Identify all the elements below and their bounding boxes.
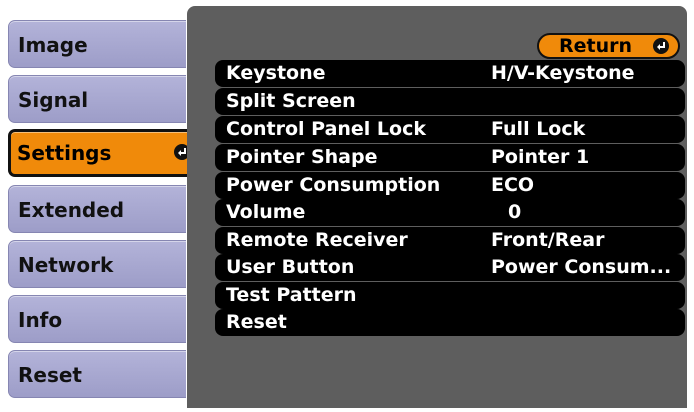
tab-extended[interactable]: Extended (8, 185, 186, 233)
menu-item-user-button[interactable]: User Button Power Consum... (215, 254, 685, 281)
menu-item-label: Test Pattern (226, 284, 357, 306)
tab-settings[interactable]: Settings (8, 129, 198, 177)
menu-item-label: User Button (226, 256, 355, 278)
menu-item-label: Remote Receiver (226, 229, 408, 251)
menu-item-power-consumption[interactable]: Power Consumption ECO (215, 172, 685, 199)
enter-icon (653, 38, 669, 54)
menu-item-remote-receiver[interactable]: Remote Receiver Front/Rear (215, 227, 685, 254)
menu-item-reset[interactable]: Reset (215, 309, 685, 336)
menu-item-value: 0 (508, 201, 522, 223)
menu-item-value: Front/Rear (491, 229, 605, 251)
tab-signal[interactable]: Signal (8, 75, 186, 123)
tab-reset-label: Reset (18, 363, 82, 387)
menu-item-value: Power Consum... (491, 256, 672, 278)
menu-item-label: Keystone (226, 62, 326, 84)
menu-item-test-pattern[interactable]: Test Pattern (215, 282, 685, 309)
menu-item-label: Control Panel Lock (226, 118, 426, 140)
menu-item-value: Pointer 1 (491, 146, 590, 168)
menu-item-label: Reset (226, 311, 287, 333)
tab-network-label: Network (18, 253, 114, 277)
tab-info-label: Info (18, 308, 63, 332)
menu-item-label: Power Consumption (226, 174, 441, 196)
menu-item-volume[interactable]: Volume 0 (215, 199, 685, 226)
menu-item-value: ECO (491, 174, 535, 196)
menu-item-label: Pointer Shape (226, 146, 378, 168)
menu-item-control-panel-lock[interactable]: Control Panel Lock Full Lock (215, 116, 685, 143)
tab-settings-label: Settings (17, 141, 112, 165)
tab-reset[interactable]: Reset (8, 350, 186, 398)
menu-item-pointer-shape[interactable]: Pointer Shape Pointer 1 (215, 144, 685, 171)
menu-item-split-screen[interactable]: Split Screen (215, 88, 685, 115)
tab-extended-label: Extended (18, 198, 125, 222)
return-button-label: Return (559, 35, 633, 57)
tab-image-label: Image (18, 33, 88, 57)
menu-item-value: Full Lock (491, 118, 586, 140)
return-button[interactable]: Return (537, 33, 680, 59)
tab-info[interactable]: Info (8, 295, 186, 343)
menu-item-keystone[interactable]: Keystone H/V-Keystone (215, 60, 685, 87)
tab-network[interactable]: Network (8, 240, 186, 288)
tab-signal-label: Signal (18, 88, 89, 112)
menu-item-label: Split Screen (226, 90, 356, 112)
menu-item-value: H/V-Keystone (491, 62, 635, 84)
menu-item-label: Volume (226, 201, 306, 223)
tab-image[interactable]: Image (8, 20, 186, 68)
